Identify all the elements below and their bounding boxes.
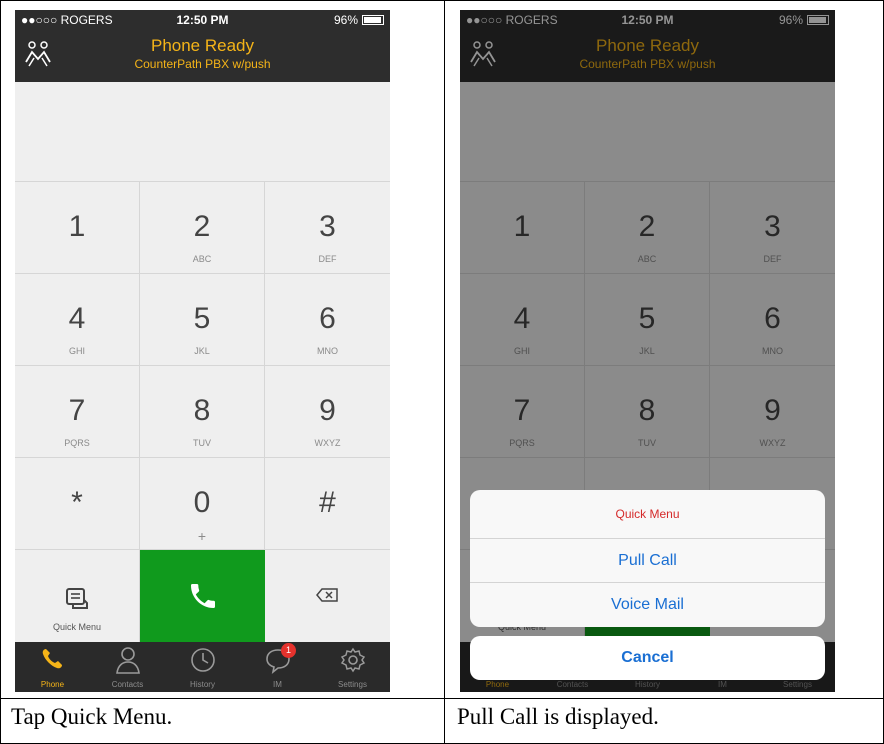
cancel-button[interactable]: Cancel [470, 636, 825, 680]
quick-menu-button[interactable]: Quick Menu [15, 550, 140, 642]
key-letters: ABC [192, 254, 212, 264]
dialpad-key[interactable]: 0+ [140, 458, 265, 550]
key-letters: TUV [193, 438, 211, 448]
key-digit: 0 [193, 486, 211, 519]
action-sheet-title: Quick Menu [470, 490, 825, 539]
dialpad-key[interactable]: 4 GHI [15, 274, 140, 366]
action-sheet: Quick Menu Pull Call Voice Mail [470, 490, 825, 627]
key-digit: 1 [68, 210, 86, 243]
dialpad-key[interactable]: 1 [15, 182, 140, 274]
tab-phone[interactable]: Phone [15, 642, 90, 692]
status-bar: ●●○○○ ROGERS 12:50 PM 96% Phone Ready Counte… [15, 10, 390, 82]
key-digit: 9 [319, 394, 336, 427]
tab-im[interactable]: IM 1 [240, 642, 315, 692]
dial-display[interactable] [15, 82, 390, 182]
backspace-button[interactable] [265, 550, 390, 642]
quick-menu-label: Quick Menu [52, 622, 102, 632]
tab-settings[interactable]: Settings [315, 642, 390, 692]
account-subtitle: CounterPath PBX w/push [134, 57, 271, 71]
key-digit: 6 [319, 302, 336, 335]
key-letters: PQRS [64, 438, 90, 448]
tab-history[interactable]: History [165, 642, 240, 692]
key-digit: * [71, 486, 83, 519]
phone-screenshot-left: ●●○○○ ROGERS 12:50 PM 96% Phone Ready Counte… [15, 10, 390, 692]
tab-label: History [190, 680, 215, 689]
key-letters: WXYZ [314, 438, 341, 448]
key-letters: + [197, 528, 207, 544]
key-digit: 3 [319, 210, 336, 243]
quick-menu-icon [65, 588, 89, 615]
table-divider-horizontal [0, 698, 884, 699]
dialpad-key[interactable]: 9 WXYZ [265, 366, 390, 458]
table-divider-vertical [444, 0, 445, 744]
key-digit: 4 [68, 302, 86, 335]
key-digit: 7 [68, 394, 86, 427]
tab-label: Phone [40, 680, 65, 689]
dialpad-key[interactable]: # [265, 458, 390, 550]
dialpad-key[interactable]: * [15, 458, 140, 550]
tab-contacts[interactable]: Contacts [90, 642, 165, 692]
call-button[interactable] [140, 550, 265, 642]
dialpad-key[interactable]: 8 TUV [140, 366, 265, 458]
dialpad-key[interactable]: 7 PQRS [15, 366, 140, 458]
action-option-voice-mail[interactable]: Voice Mail [470, 583, 825, 627]
backspace-icon [316, 588, 338, 607]
phone-handset-icon [187, 580, 219, 617]
action-option-pull-call[interactable]: Pull Call [470, 539, 825, 583]
key-letters: MNO [317, 346, 338, 356]
dialpad-key[interactable]: 6 MNO [265, 274, 390, 366]
caption-left: Tap Quick Menu. [11, 704, 173, 729]
bottom-tab-bar: Phone Contacts History IM 1 Settings [15, 642, 390, 692]
dialpad-key[interactable]: 2 ABC [140, 182, 265, 274]
key-digit: # [319, 486, 336, 519]
dialpad-key[interactable]: 3 DEF [265, 182, 390, 274]
key-digit: 8 [193, 394, 211, 427]
key-digit: 5 [193, 302, 211, 335]
tab-label: IM [273, 680, 282, 689]
key-letters: DEF [318, 254, 337, 264]
key-letters: GHI [68, 346, 85, 356]
tab-label: Settings [338, 680, 367, 689]
key-letters: JKL [194, 346, 210, 356]
phone-status-title: Phone Ready [150, 36, 255, 55]
phone-screenshot-right: ●●○○○ ROGERS 12:50 PM 96% Phone Ready Counte… [460, 10, 835, 692]
caption-right: Pull Call is displayed. [457, 704, 659, 729]
unread-badge: 1 [281, 643, 296, 658]
tab-label: Contacts [111, 680, 144, 689]
battery-label: 96% [333, 13, 358, 27]
dialpad-key[interactable]: 5 JKL [140, 274, 265, 366]
key-digit: 2 [193, 210, 211, 243]
battery-icon [362, 15, 384, 25]
